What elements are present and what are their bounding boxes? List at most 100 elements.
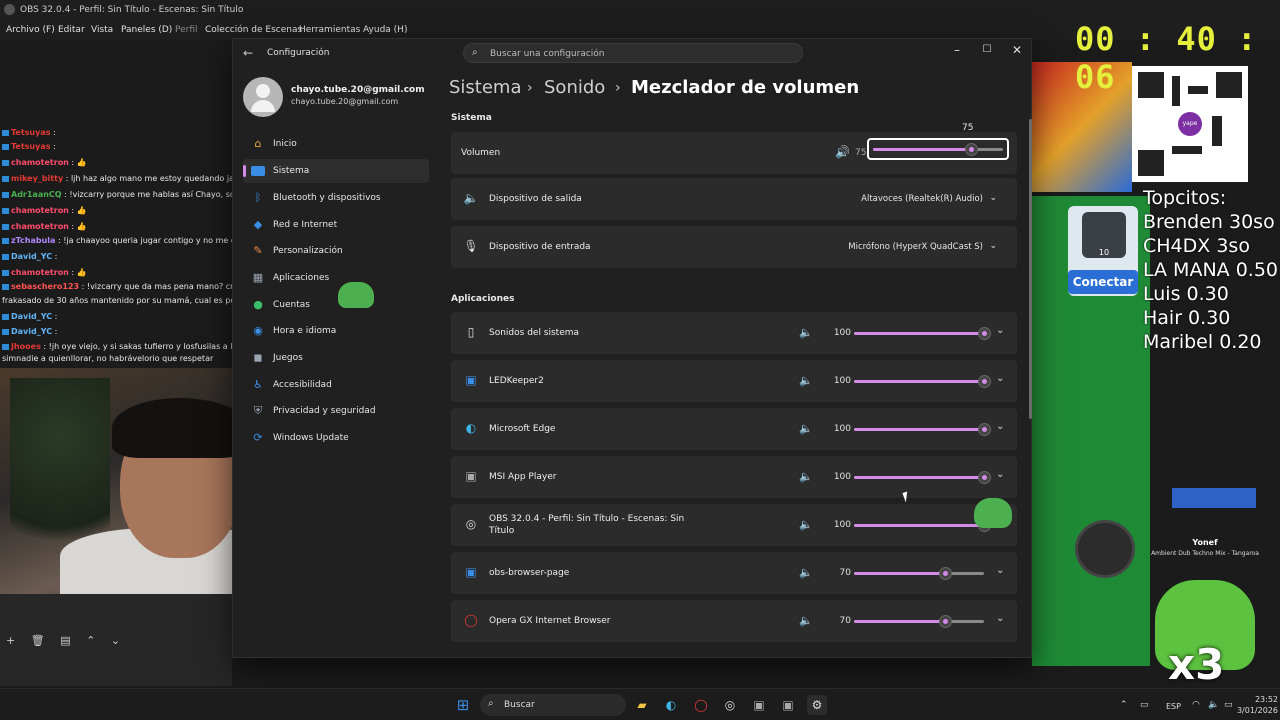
app-volume-fill: [854, 332, 984, 335]
app-volume-thumb[interactable]: [978, 375, 991, 388]
chevron-up-icon[interactable]: ⌃: [1120, 700, 1128, 710]
chevron-down-icon[interactable]: ⌄: [996, 613, 1004, 624]
speaker-icon[interactable]: 🔈: [799, 374, 813, 387]
app-volume-slider[interactable]: [854, 567, 984, 580]
chat-badge-icon: [2, 328, 9, 335]
wifi-icon[interactable]: ◠: [1192, 700, 1200, 710]
account-name: chayo.tube.20@gmail.com: [291, 85, 425, 95]
speaker-icon[interactable]: 🔈: [799, 470, 813, 483]
language-indicator[interactable]: ESP: [1166, 702, 1181, 711]
move-up-icon[interactable]: ⌃: [86, 634, 95, 647]
app-volume-slider[interactable]: [854, 471, 991, 484]
volume-icon[interactable]: 🔈: [1208, 700, 1219, 710]
connect-button[interactable]: Conectar: [1068, 270, 1138, 294]
apps-icon: ▦: [252, 271, 264, 284]
input-device-card[interactable]: 🎙 Dispositivo de entrada Micrófono (Hype…: [451, 226, 1017, 268]
clock-date[interactable]: 3/01/2026: [1236, 706, 1278, 715]
move-down-icon[interactable]: ⌄: [111, 634, 120, 647]
app-volume-thumb[interactable]: [978, 327, 991, 340]
app-volume-thumb[interactable]: [978, 471, 991, 484]
app-volume-slider[interactable]: [854, 615, 984, 628]
nav-bluetooth[interactable]: ᛒ Bluetooth y dispositivos: [243, 186, 429, 210]
taskbar-search[interactable]: ⌕ Buscar: [480, 694, 626, 716]
obs-titlebar: OBS 32.0.4 - Perfil: Sin Título - Escena…: [0, 0, 1280, 20]
chevron-down-icon[interactable]: ⌄: [996, 565, 1004, 576]
menu-archivo[interactable]: Archivo (F): [6, 25, 55, 35]
nav-privacidad[interactable]: ⛨ Privacidad y seguridad: [243, 399, 429, 423]
chat-badge-icon: [2, 207, 9, 214]
battery-icon[interactable]: ▭: [1224, 700, 1233, 710]
chat-message: chamotetron : 👍: [2, 222, 87, 231]
settings-search-placeholder: Buscar una configuración: [490, 49, 605, 59]
edge-icon[interactable]: ◐: [661, 695, 681, 715]
nav-red[interactable]: ◆ Red e Internet: [243, 213, 429, 237]
account-profile[interactable]: chayo.tube.20@gmail.com chayo.tube.20@gm…: [243, 75, 433, 119]
speaker-icon[interactable]: 🔊: [835, 145, 850, 159]
app-volume-thumb[interactable]: [939, 567, 952, 580]
app-volume-slider[interactable]: [854, 375, 991, 388]
volume-slider-thumb[interactable]: [965, 143, 978, 156]
menu-vista[interactable]: Vista: [91, 25, 113, 35]
settings-gear-icon[interactable]: ⚙: [807, 695, 827, 715]
app-volume-slider[interactable]: [854, 519, 991, 532]
nav-windows-update[interactable]: ⟳ Windows Update: [243, 426, 429, 450]
menu-ayuda[interactable]: Ayuda (H): [363, 25, 407, 35]
menu-paneles[interactable]: Paneles (D): [121, 25, 172, 35]
nav-accesibilidad[interactable]: ♿ Accesibilidad: [243, 373, 429, 397]
chat-message: simnadie a quienllorar, no habrávelorio …: [2, 354, 213, 363]
chevron-down-icon[interactable]: ⌄: [996, 325, 1004, 336]
nav-aplicaciones[interactable]: ▦ Aplicaciones: [243, 266, 429, 290]
speaker-icon[interactable]: 🔈: [799, 518, 813, 531]
app-volume-slider[interactable]: [854, 423, 991, 436]
frog-emote: [338, 282, 374, 308]
filter-icon[interactable]: ▤: [60, 634, 70, 647]
obs-browser-icon: ▣: [465, 565, 477, 579]
app-volume-thumb[interactable]: [978, 423, 991, 436]
nav-hora-idioma[interactable]: ◉ Hora e idioma: [243, 319, 429, 343]
obs-icon[interactable]: ◎: [720, 695, 740, 715]
settings-search-box[interactable]: ⌕ Buscar una configuración: [463, 43, 803, 63]
breadcrumb-sonido[interactable]: Sonido: [544, 77, 605, 98]
speaker-icon[interactable]: 🔈: [799, 326, 813, 339]
file-explorer-icon[interactable]: ▰: [632, 695, 652, 715]
clock-time[interactable]: 23:52: [1240, 695, 1278, 704]
output-device-card[interactable]: 🔈 Dispositivo de salida Altavoces (Realt…: [451, 178, 1017, 220]
trash-icon[interactable]: 🗑: [31, 634, 45, 647]
app-icon[interactable]: ▣: [778, 695, 798, 715]
msi-player-icon[interactable]: ▣: [749, 695, 769, 715]
menu-perfil[interactable]: Perfil: [175, 25, 198, 35]
speaker-icon[interactable]: 🔈: [799, 422, 813, 435]
close-icon[interactable]: ✕: [1007, 43, 1027, 57]
output-device-dropdown[interactable]: Altavoces (Realtek(R) Audio) ⌄: [851, 187, 1005, 211]
breadcrumb-sistema[interactable]: Sistema: [449, 77, 522, 98]
speaker-icon[interactable]: 🔈: [799, 614, 813, 627]
scrollbar[interactable]: [1029, 119, 1032, 419]
app-volume-slider[interactable]: [854, 327, 991, 340]
nav-personalizacion[interactable]: ✎ Personalización: [243, 239, 429, 263]
speaker-icon[interactable]: 🔈: [799, 566, 813, 579]
nav-juegos[interactable]: ◼ Juegos: [243, 346, 429, 370]
chat-badge-icon: [2, 143, 9, 150]
chevron-down-icon[interactable]: ⌄: [996, 469, 1004, 480]
nav-sistema[interactable]: Sistema: [243, 159, 429, 183]
edge-icon: ◐: [465, 421, 477, 435]
chevron-down-icon[interactable]: ⌄: [996, 421, 1004, 432]
maximize-icon[interactable]: ☐: [977, 44, 997, 55]
network-icon[interactable]: ▭: [1140, 700, 1149, 710]
back-arrow-icon[interactable]: ←: [243, 46, 253, 60]
volume-slider[interactable]: [867, 138, 1009, 160]
input-device-dropdown[interactable]: Micrófono (HyperX QuadCast S) ⌄: [841, 235, 1005, 259]
menu-coleccion-escenas[interactable]: Colección de Escenas: [205, 25, 302, 35]
chevron-down-icon[interactable]: ⌄: [996, 373, 1004, 384]
add-icon[interactable]: +: [6, 634, 15, 647]
search-icon: ⌕: [472, 47, 478, 58]
minimize-icon[interactable]: –: [947, 43, 967, 57]
menu-herramientas[interactable]: Herramientas: [299, 25, 360, 35]
music-song: Ambient Dub Techno Mix - Tangaroa: [1151, 550, 1259, 557]
windows-start-icon[interactable]: ⊞: [453, 695, 473, 715]
app-volume-thumb[interactable]: [939, 615, 952, 628]
menu-editar[interactable]: Editar: [58, 25, 85, 35]
nav-cuentas[interactable]: ● Cuentas: [243, 293, 429, 317]
opera-gx-icon[interactable]: ◯: [691, 695, 711, 715]
nav-inicio[interactable]: ⌂ Inicio: [243, 132, 429, 156]
